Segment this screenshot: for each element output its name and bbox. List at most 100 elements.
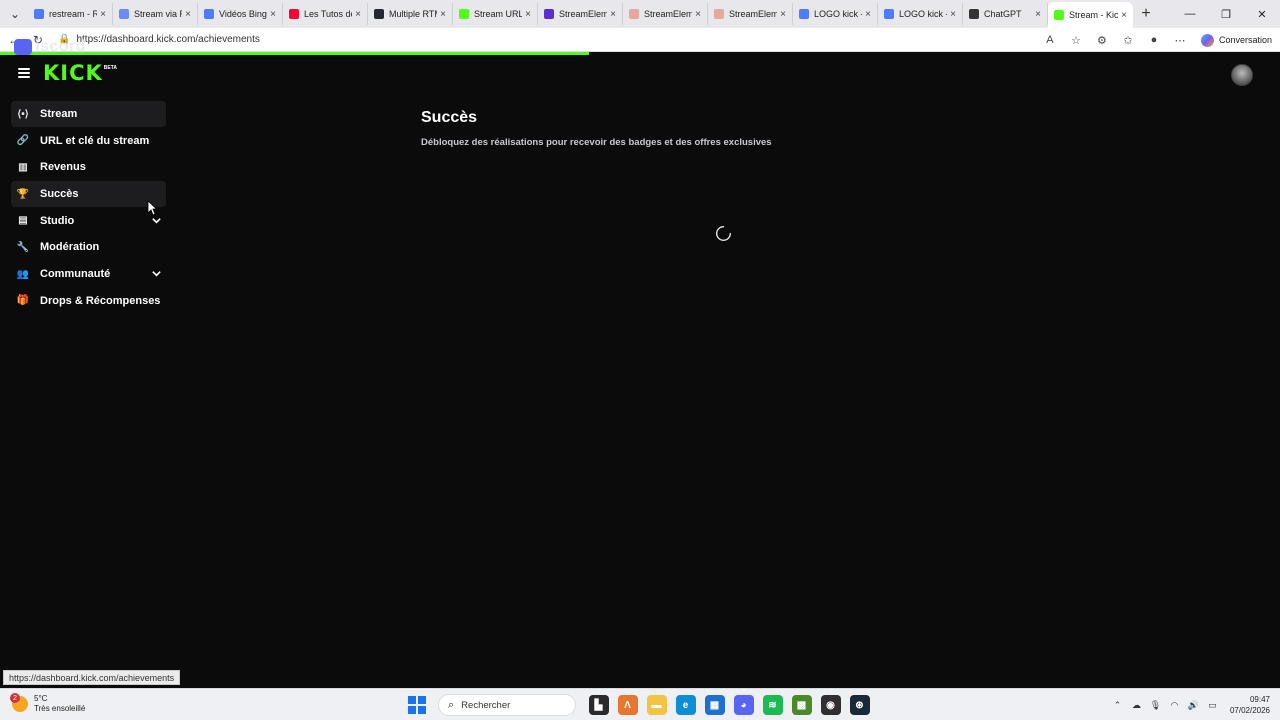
drops-icon: 🎁: [16, 295, 30, 307]
clock[interactable]: 09:47 07/02/2026: [1230, 694, 1270, 716]
copilot-button[interactable]: Conversation: [1200, 33, 1272, 47]
file-explorer-icon[interactable]: ▬: [646, 695, 667, 715]
close-tab-icon[interactable]: ×: [440, 9, 446, 20]
page-title: Succès: [421, 109, 478, 126]
microphone-icon[interactable]: 🎙: [1146, 696, 1165, 715]
volume-icon[interactable]: 🔊: [1184, 696, 1203, 715]
url-text: https://dashboard.kick.com/achievements: [76, 34, 260, 45]
close-tab-icon[interactable]: ×: [1121, 10, 1127, 21]
close-tab-icon[interactable]: ×: [100, 9, 106, 20]
profile-icon[interactable]: ●: [1143, 30, 1165, 50]
sidebar-item-moderation[interactable]: 🔧 Modération: [11, 234, 166, 260]
minecraft-icon[interactable]: ▩: [791, 695, 812, 715]
chevron-down-icon[interactable]: [151, 215, 162, 226]
discord-icon[interactable]: ◕: [733, 695, 754, 715]
browser-tab-label: Stream - Kick: [1069, 10, 1119, 20]
start-button[interactable]: [408, 696, 426, 714]
url-field[interactable]: 🔒 https://dashboard.kick.com/achievement…: [58, 30, 1058, 50]
browser-tab[interactable]: Multiple RTM ×: [368, 3, 453, 25]
youtube-icon: [289, 9, 299, 19]
tray-overflow-icon[interactable]: ⌃: [1108, 696, 1127, 715]
sidebar-item-studio[interactable]: ▤ Studio: [11, 208, 166, 234]
close-tab-icon[interactable]: ×: [270, 9, 276, 20]
status-bar-url: https://dashboard.kick.com/achievements: [3, 670, 181, 685]
onedrive-icon[interactable]: ☁: [1127, 696, 1146, 715]
browser-tab[interactable]: StreamEleme×: [708, 3, 793, 25]
browser-tab-label: Multiple RTM: [389, 9, 438, 19]
close-tab-icon[interactable]: ×: [695, 9, 701, 20]
streamelements-icon: [714, 9, 724, 19]
wifi-icon[interactable]: ◠: [1165, 696, 1184, 715]
beta-badge: BETA: [103, 65, 118, 71]
store-icon[interactable]: ▦: [704, 695, 725, 715]
more-menu-icon[interactable]: ⋯: [1169, 30, 1191, 50]
maximize-button[interactable]: ❐: [1208, 0, 1244, 28]
sidebar-item-succes[interactable]: 🏆 Succès: [11, 181, 166, 208]
discord-overlay-text: iscord: [35, 38, 87, 55]
copilot-label: Conversation: [1218, 35, 1272, 45]
steam-icon[interactable]: ⊛: [849, 695, 870, 715]
weather-widget[interactable]: 2 5°C Très ensoleillé: [10, 693, 85, 714]
minimize-button[interactable]: —: [1172, 0, 1208, 28]
trophy-icon: 🏆: [16, 188, 30, 200]
sidebar-item-url-et-cle-du-stream[interactable]: 🔗 URL et clé du stream: [11, 128, 166, 154]
stream-icon: ⟨•⟩: [17, 108, 29, 120]
kick-logo[interactable]: KICK BETA: [43, 61, 117, 85]
sidebar-item-stream[interactable]: ⟨•⟩ Stream: [11, 101, 166, 127]
search-icon: [204, 9, 214, 19]
windows-taskbar: 2 5°C Très ensoleillé ⌕ Rechercher ▙ Λ ▬ e ▦…: [0, 688, 1280, 720]
menu-toggle-icon[interactable]: [18, 68, 30, 78]
browser-tab-label: Vidéos Bing: [219, 9, 267, 19]
close-tab-icon[interactable]: ×: [525, 9, 531, 20]
browser-tab[interactable]: LOGO kick - F×: [793, 3, 878, 25]
taskview-icon[interactable]: ▙: [588, 695, 609, 715]
favorite-star-icon[interactable]: ☆: [1065, 30, 1087, 50]
close-tab-icon[interactable]: ×: [865, 9, 871, 20]
tab-strip: restream - Re×Stream via RT×Vidéos Bing×…: [28, 0, 1133, 28]
browser-tab[interactable]: ChatGPT ×: [963, 3, 1048, 25]
discord-overlay: iscord: [14, 38, 86, 56]
new-tab-button[interactable]: +: [1133, 3, 1159, 25]
close-tab-icon[interactable]: ×: [780, 9, 786, 20]
close-tab-icon[interactable]: ×: [355, 9, 361, 20]
battery-icon[interactable]: ▭: [1203, 696, 1222, 715]
taskbar-search[interactable]: ⌕ Rechercher: [438, 694, 576, 716]
browser-tab-label: Stream via RT: [134, 9, 182, 19]
obs-icon[interactable]: ◉: [820, 695, 841, 715]
browser-tab[interactable]: StreamEleme×: [538, 3, 623, 25]
close-tab-icon[interactable]: ×: [1035, 9, 1041, 20]
discord-icon: [14, 39, 32, 55]
close-window-button[interactable]: ✕: [1244, 0, 1280, 28]
extensions-icon[interactable]: ⚙: [1091, 30, 1113, 50]
spotify-icon[interactable]: ≋: [762, 695, 783, 715]
loading-spinner-icon: [716, 226, 731, 241]
browser-tab[interactable]: StreamEleme×: [623, 3, 708, 25]
search-icon: [799, 9, 809, 19]
browser-tab-label: StreamEleme: [729, 9, 777, 19]
sidebar-item-revenus[interactable]: ▥ Revenus: [11, 154, 166, 180]
browser-tab[interactable]: Vidéos Bing ×: [198, 3, 283, 25]
app-a-icon[interactable]: Λ: [617, 695, 638, 715]
browser-tab[interactable]: Stream URL &×: [453, 3, 538, 25]
edge-icon[interactable]: e: [675, 695, 696, 715]
close-tab-icon[interactable]: ×: [610, 9, 616, 20]
sidebar-item-label: Succès: [40, 188, 79, 201]
close-tab-icon[interactable]: ×: [950, 9, 956, 20]
tab-actions-menu-button[interactable]: ⌄: [4, 3, 26, 25]
sidebar-item-drops-recompenses[interactable]: 🎁 Drops & Récompenses: [11, 288, 166, 314]
pinned-apps: ▙ Λ ▬ e ▦ ◕ ≋ ▩ ◉ ⊛: [584, 695, 874, 715]
clock-date: 07/02/2026: [1229, 706, 1270, 715]
sidebar-item-label: Modération: [40, 241, 100, 254]
chevron-down-icon[interactable]: [151, 268, 162, 279]
browser-tab[interactable]: LOGO kick - F×: [878, 3, 963, 25]
read-aloud-icon[interactable]: A: [1039, 30, 1061, 50]
browser-tab[interactable]: Stream - Kick ×: [1048, 2, 1133, 28]
browser-tab[interactable]: Stream via RT×: [113, 3, 198, 25]
browser-tab[interactable]: Les Tutos de ×: [283, 3, 368, 25]
favorites-icon[interactable]: ✩: [1117, 30, 1139, 50]
user-avatar[interactable]: [1231, 64, 1253, 86]
close-tab-icon[interactable]: ×: [185, 9, 191, 20]
sidebar-item-communaute[interactable]: 👥 Communauté: [11, 261, 166, 287]
sidebar-item-label: Stream: [40, 108, 78, 120]
browser-tab[interactable]: restream - Re×: [28, 3, 113, 25]
